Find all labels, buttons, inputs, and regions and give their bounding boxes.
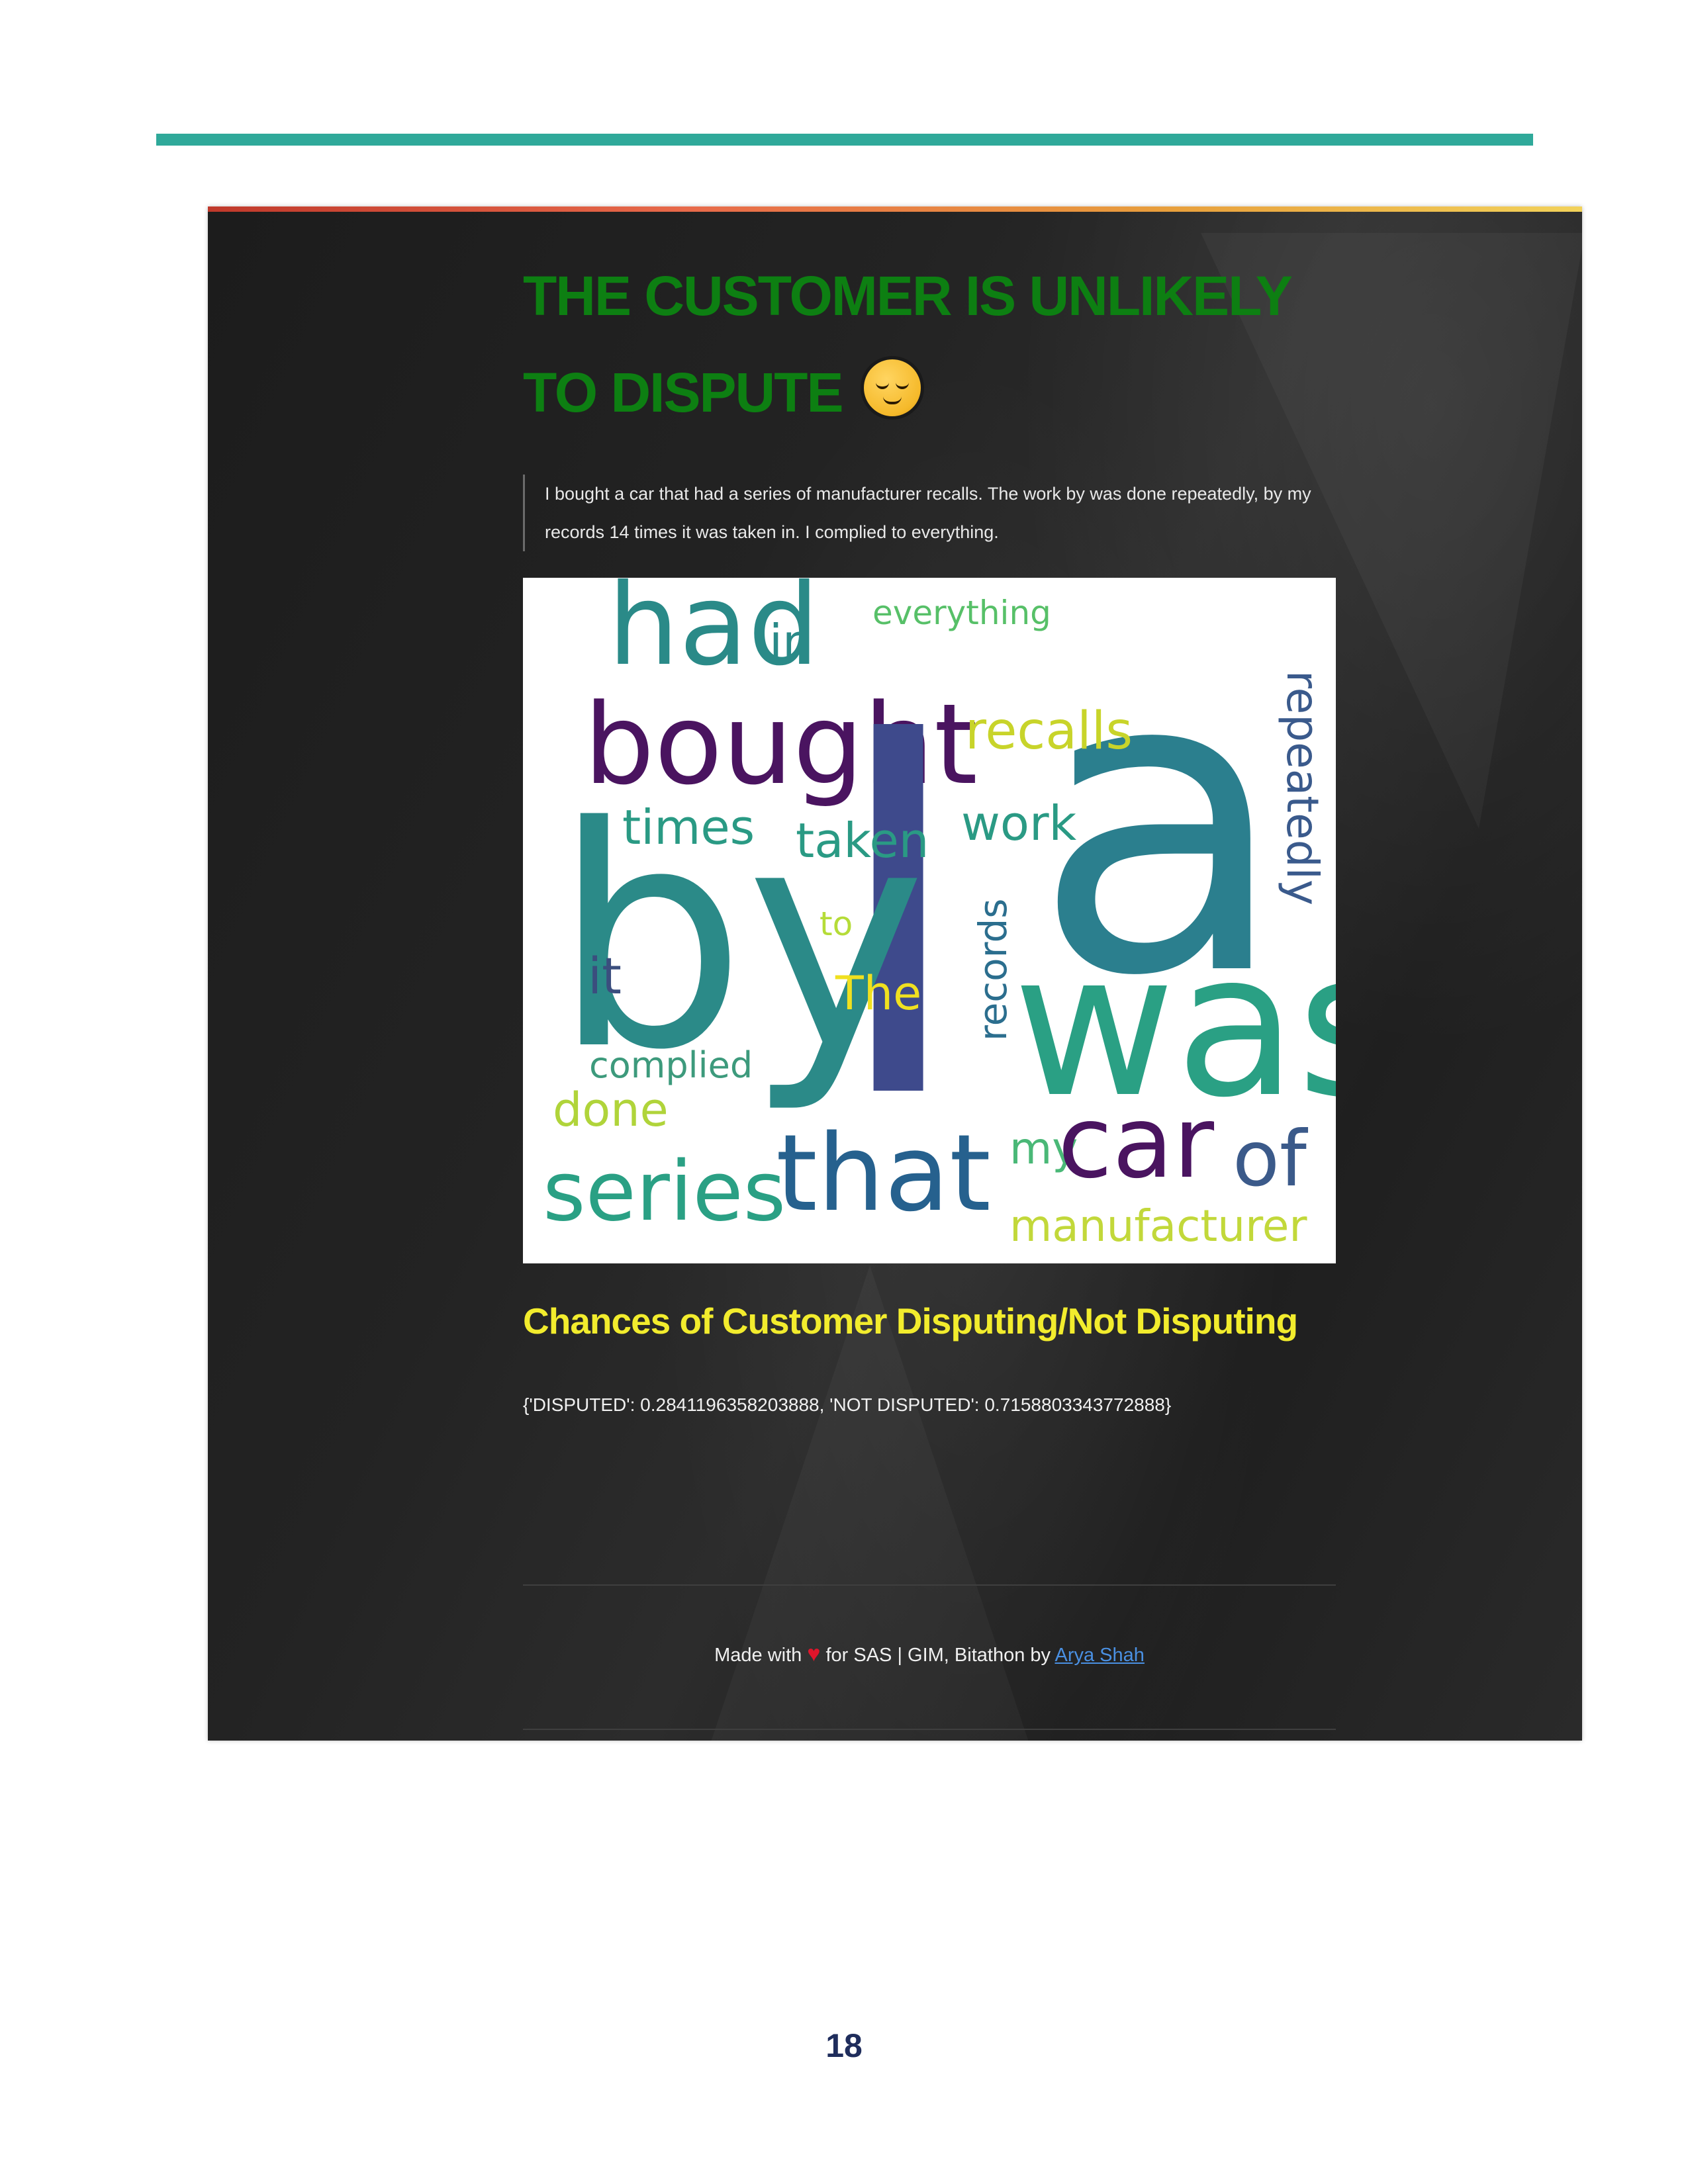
footer-divider-bottom xyxy=(523,1729,1336,1730)
wc-word-work: work xyxy=(961,796,1077,851)
complaint-quote: I bought a car that had a series of manu… xyxy=(523,475,1339,551)
wc-word-series: series xyxy=(543,1144,786,1240)
wc-word-repeatedly: repeatedly xyxy=(1277,670,1328,905)
relieved-face-icon xyxy=(860,356,924,420)
wc-word-recalls: recalls xyxy=(965,702,1133,761)
wc-word-that: that xyxy=(776,1111,991,1235)
heart-icon: ♥ xyxy=(807,1641,821,1666)
wc-word-The: The xyxy=(835,966,921,1021)
prediction-headline: THE CUSTOMER IS UNLIKELY TO DISPUTE xyxy=(523,248,1336,441)
wc-word-car: car xyxy=(1058,1085,1214,1201)
app-screenshot: THE CUSTOMER IS UNLIKELY TO DISPUTE I bo… xyxy=(208,206,1582,1741)
wc-word-of: of xyxy=(1233,1115,1309,1204)
footer-credits: for SAS | GIM, Bitathon by xyxy=(825,1645,1051,1666)
wc-word-manufacturer: manufacturer xyxy=(1009,1201,1307,1251)
main-content: THE CUSTOMER IS UNLIKELY TO DISPUTE I bo… xyxy=(523,206,1336,1741)
footer: Made with ♥ for SAS | GIM, Bitathon by Ary… xyxy=(523,1641,1336,1667)
teal-header-rule xyxy=(156,134,1533,146)
wc-word-it: it xyxy=(588,946,622,1005)
wc-word-to: to xyxy=(820,905,853,943)
wc-word-done: done xyxy=(553,1083,669,1137)
word-cloud-svg: had in everything bought I a recalls rep… xyxy=(543,578,1336,1251)
author-link[interactable]: Arya Shah xyxy=(1055,1645,1144,1666)
probability-output: {'DISPUTED': 0.2841196358203888, 'NOT DI… xyxy=(523,1394,1172,1415)
chances-heading: Chances of Customer Disputing/Not Disput… xyxy=(523,1300,1298,1342)
footer-made-with: Made with xyxy=(714,1645,802,1666)
wc-word-complied: complied xyxy=(589,1044,753,1086)
page-number: 18 xyxy=(825,2027,863,2064)
word-cloud-image: had in everything bought I a recalls rep… xyxy=(523,578,1336,1263)
wc-word-in: in xyxy=(769,614,813,670)
wc-word-records: records xyxy=(970,899,1015,1042)
footer-divider-top xyxy=(523,1584,1336,1586)
